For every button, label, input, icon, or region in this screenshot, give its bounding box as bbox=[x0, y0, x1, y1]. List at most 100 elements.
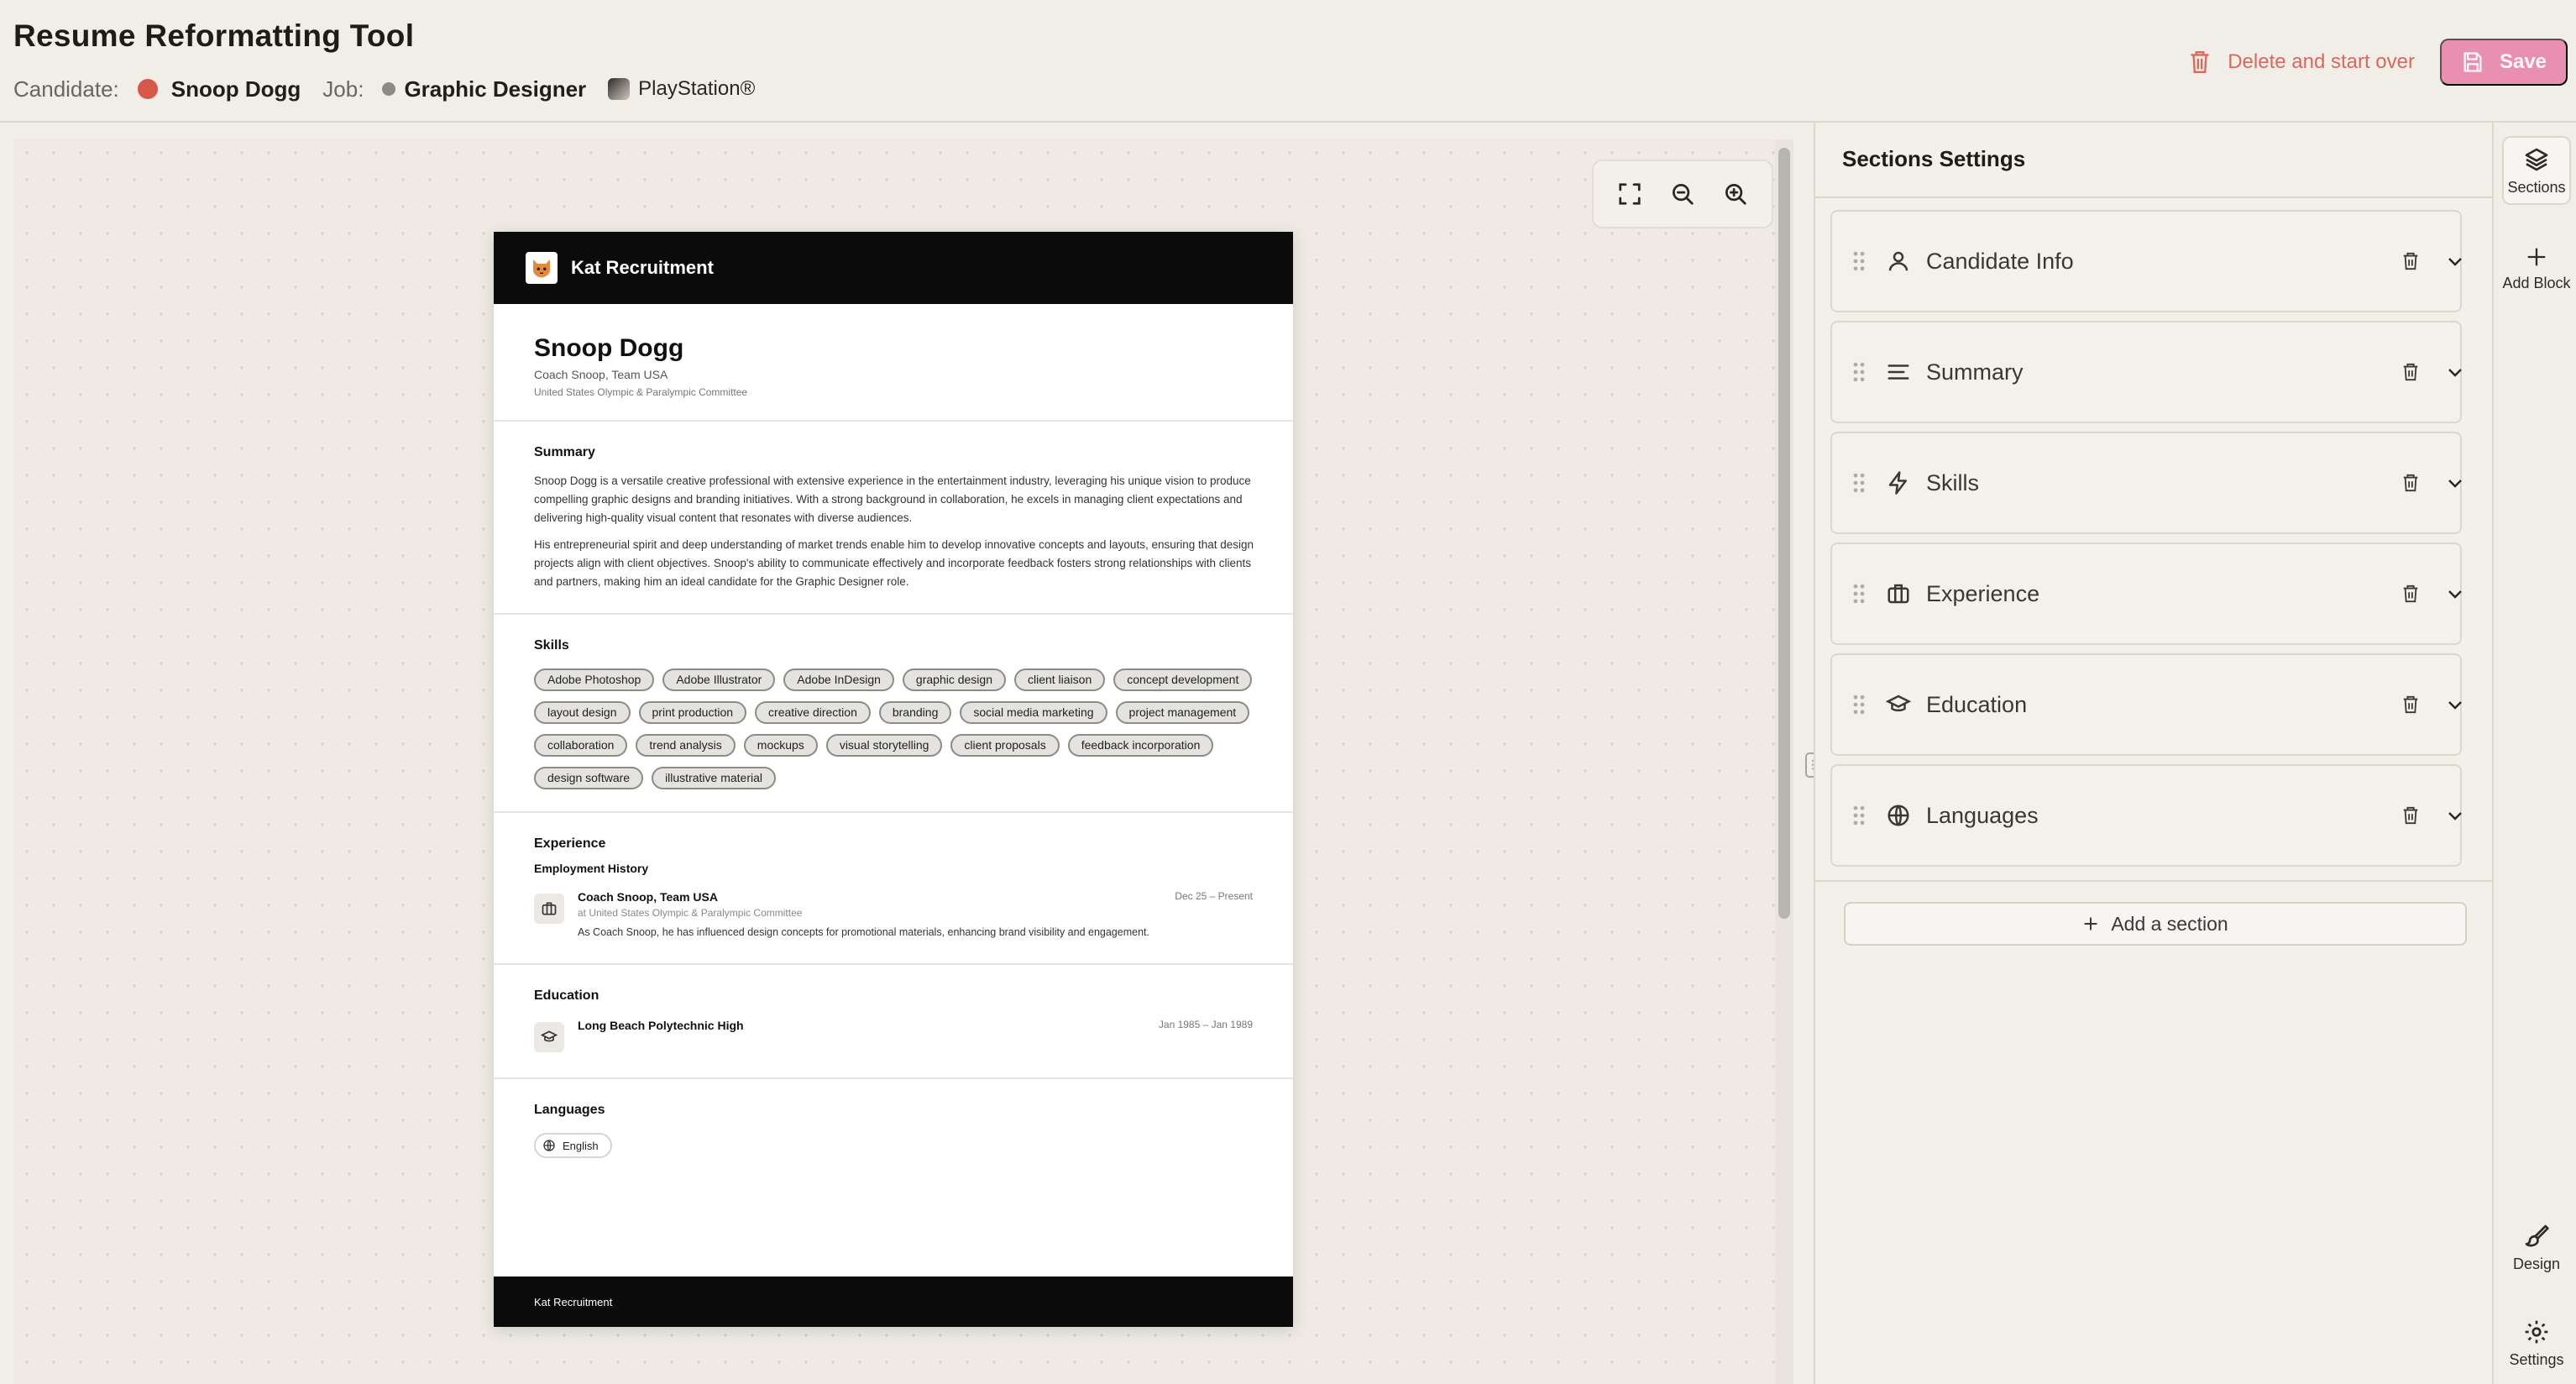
section-card-experience[interactable]: Experience bbox=[1830, 543, 2462, 645]
save-icon bbox=[2463, 52, 2482, 72]
resume-body: Snoop Dogg Coach Snoop, Team USA United … bbox=[494, 334, 1293, 1158]
drag-handle-icon[interactable] bbox=[1852, 360, 1866, 384]
divider bbox=[494, 1077, 1293, 1079]
skill-chip: layout design bbox=[534, 701, 631, 724]
zoom-in-button[interactable] bbox=[1715, 174, 1756, 214]
drag-handle-icon[interactable] bbox=[1852, 804, 1866, 827]
layers-icon bbox=[2525, 148, 2548, 171]
job-label: Job: bbox=[322, 76, 364, 102]
save-label: Save bbox=[2499, 50, 2547, 73]
bolt-icon bbox=[1888, 471, 1907, 495]
drag-handle-icon[interactable] bbox=[1852, 582, 1866, 606]
education-school: Long Beach Polytechnic High bbox=[578, 1019, 744, 1032]
save-button[interactable]: Save bbox=[2440, 39, 2568, 86]
education-heading: Education bbox=[534, 988, 599, 1003]
chevron-down-icon[interactable] bbox=[2445, 251, 2465, 271]
cat-logo-icon bbox=[533, 260, 550, 278]
briefcase-icon bbox=[534, 894, 564, 924]
delete-and-start-over-button[interactable]: Delete and start over bbox=[2189, 39, 2415, 86]
trash-icon[interactable] bbox=[2401, 251, 2420, 271]
section-list: Candidate Info Summary Skills Experience bbox=[1830, 210, 2462, 875]
section-card-candidate-info[interactable]: Candidate Info bbox=[1830, 210, 2462, 312]
zoom-out-button[interactable] bbox=[1662, 174, 1703, 214]
skill-chip: social media marketing bbox=[960, 701, 1107, 724]
job-title[interactable]: Graphic Designer bbox=[404, 76, 586, 102]
candidate-label: Candidate: bbox=[13, 76, 119, 102]
skill-chip: visual storytelling bbox=[825, 734, 943, 757]
section-label: Candidate Info bbox=[1926, 248, 2074, 274]
divider bbox=[494, 963, 1293, 965]
resume-footer: Kat Recruitment bbox=[494, 1277, 1293, 1327]
chevron-down-icon[interactable] bbox=[2445, 695, 2465, 715]
resume-organization: United States Olympic & Paralympic Commi… bbox=[534, 386, 748, 398]
skill-chip: Adobe InDesign bbox=[783, 668, 894, 691]
skills-chip-list: Adobe Photoshop Adobe Illustrator Adobe … bbox=[534, 668, 1273, 799]
rail-add-block-button[interactable]: Add Block bbox=[2502, 245, 2571, 292]
fit-screen-button[interactable] bbox=[1610, 174, 1650, 214]
resume-brand-name: Kat Recruitment bbox=[571, 257, 714, 278]
skill-chip: graphic design bbox=[902, 668, 1006, 691]
globe-icon bbox=[1887, 805, 1909, 826]
canvas-scrollbar-thumb[interactable] bbox=[1778, 148, 1790, 919]
trash-icon[interactable] bbox=[2401, 473, 2420, 493]
zoom-toolbar bbox=[1592, 160, 1773, 228]
candidate-name[interactable]: Snoop Dogg bbox=[171, 76, 301, 102]
drag-handle-icon[interactable] bbox=[1852, 249, 1866, 273]
divider bbox=[494, 613, 1293, 615]
trash-icon bbox=[2191, 51, 2210, 73]
drag-handle-icon[interactable] bbox=[1852, 471, 1866, 495]
graduation-cap-icon bbox=[1886, 695, 1911, 712]
company-logo bbox=[608, 78, 631, 100]
trash-icon[interactable] bbox=[2401, 362, 2420, 382]
employment-history-label: Employment History bbox=[534, 862, 649, 875]
job-status-dot bbox=[382, 82, 396, 96]
languages-heading: Languages bbox=[534, 1103, 605, 1117]
skill-chip: mockups bbox=[743, 734, 818, 757]
company-name[interactable]: PlayStation® bbox=[638, 77, 755, 101]
zoom-in-icon bbox=[1725, 184, 1746, 205]
chevron-down-icon[interactable] bbox=[2445, 805, 2465, 826]
rail-sections-button[interactable]: Sections bbox=[2502, 136, 2571, 205]
rail-sections-label: Sections bbox=[2507, 179, 2566, 196]
rail-settings-button[interactable]: Settings bbox=[2502, 1318, 2571, 1369]
section-card-skills[interactable]: Skills bbox=[1830, 432, 2462, 534]
language-chip: English bbox=[534, 1133, 612, 1158]
section-card-languages[interactable]: Languages bbox=[1830, 764, 2462, 867]
skill-chip: concept development bbox=[1113, 668, 1253, 691]
section-label: Languages bbox=[1926, 802, 2039, 828]
chevron-down-icon[interactable] bbox=[2445, 584, 2465, 604]
app-title: Resume Reformatting Tool bbox=[13, 18, 415, 53]
experience-entry: Coach Snoop, Team USA Dec 25 – Present a… bbox=[534, 890, 1253, 941]
divider bbox=[1815, 880, 2494, 882]
add-section-button[interactable]: Add a section bbox=[1844, 902, 2467, 946]
rail-design-button[interactable]: Design bbox=[2502, 1223, 2571, 1273]
section-label: Skills bbox=[1926, 469, 1980, 495]
resume-candidate-name: Snoop Dogg bbox=[534, 334, 684, 362]
skill-chip: trend analysis bbox=[636, 734, 736, 757]
chevron-down-icon[interactable] bbox=[2445, 362, 2465, 382]
resume-header-bar: Kat Recruitment bbox=[494, 232, 1293, 304]
divider bbox=[494, 811, 1293, 813]
divider bbox=[494, 420, 1293, 422]
candidate-job-meta: Candidate: Snoop Dogg Job: Graphic Desig… bbox=[13, 72, 755, 106]
resume-headline: Coach Snoop, Team USA bbox=[534, 368, 668, 381]
panel-title: Sections Settings bbox=[1842, 146, 2026, 171]
drag-handle-icon[interactable] bbox=[1852, 693, 1866, 716]
add-section-label: Add a section bbox=[2111, 912, 2228, 935]
zoom-out-icon bbox=[1672, 184, 1694, 205]
experience-title: Coach Snoop, Team USA bbox=[578, 890, 718, 904]
brand-logo bbox=[526, 252, 558, 284]
header-actions: Delete and start over Save bbox=[2189, 39, 2568, 86]
rail-design-label: Design bbox=[2512, 1256, 2561, 1272]
section-card-summary[interactable]: Summary bbox=[1830, 321, 2462, 423]
globe-icon bbox=[543, 1140, 555, 1151]
align-left-icon bbox=[1887, 364, 1909, 380]
delete-label: Delete and start over bbox=[2228, 50, 2415, 73]
chevron-down-icon[interactable] bbox=[2445, 473, 2465, 493]
trash-icon[interactable] bbox=[2401, 695, 2420, 715]
trash-icon[interactable] bbox=[2401, 805, 2420, 826]
rail-add-block-label: Add Block bbox=[2502, 275, 2571, 291]
skill-chip: branding bbox=[878, 701, 952, 724]
trash-icon[interactable] bbox=[2401, 584, 2420, 604]
section-card-education[interactable]: Education bbox=[1830, 653, 2462, 756]
